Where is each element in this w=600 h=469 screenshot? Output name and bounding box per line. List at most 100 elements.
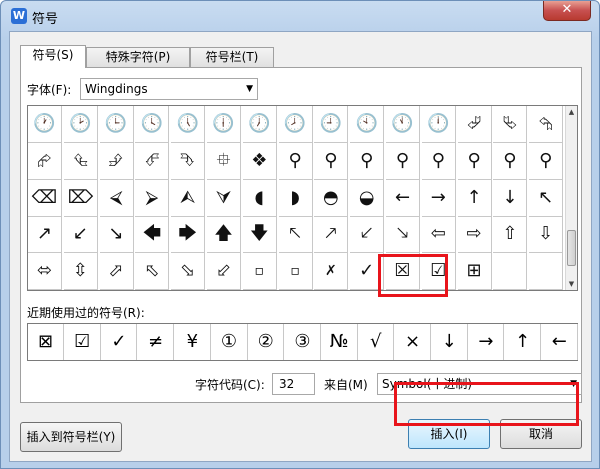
symbol-cell[interactable]: ⇩ (529, 216, 564, 254)
recent-symbol-cell[interactable]: ✓ (101, 324, 138, 360)
recent-symbol-cell[interactable]: № (322, 324, 358, 360)
symbol-cell[interactable]: 🡅 (207, 216, 241, 254)
symbol-cell[interactable]: ↙ (63, 216, 98, 254)
symbol-cell[interactable]: 🕑 (63, 106, 98, 143)
symbol-cell[interactable]: 🕗 (278, 106, 313, 143)
symbol-cell[interactable]: 🡇 (242, 216, 277, 254)
symbol-cell[interactable]: ⬁ (135, 253, 170, 291)
symbol-cell[interactable]: ⮘ (99, 179, 134, 217)
symbol-cell[interactable]: ⮛ (207, 179, 241, 217)
symbol-cell[interactable]: ▫ (278, 253, 313, 291)
symbol-cell[interactable]: ⌫ (28, 179, 62, 217)
symbol-cell[interactable]: ⬃ (207, 253, 241, 291)
symbol-cell[interactable]: ◗ (278, 179, 313, 217)
symbol-cell[interactable]: 🕒 (99, 106, 134, 143)
symbol-cell[interactable]: ✗ (314, 253, 349, 291)
symbol-cell[interactable]: ⇦ (421, 216, 456, 254)
symbol-cell[interactable]: ↑ (457, 179, 492, 217)
recent-symbol-cell[interactable]: ② (248, 324, 285, 360)
symbol-cell[interactable]: ◓ (314, 179, 349, 217)
symbol-cell[interactable]: 🡔 (278, 216, 313, 254)
symbol-cell[interactable]: 🕙 (350, 106, 385, 143)
font-select[interactable]: Wingdings ▼ (80, 78, 258, 100)
symbol-cell[interactable]: 🡆 (171, 216, 206, 254)
recent-symbol-cell[interactable]: ① (212, 324, 248, 360)
symbol-cell[interactable]: ⮲ (529, 106, 564, 143)
symbol-cell[interactable]: ⮳ (28, 142, 62, 180)
recent-symbol-cell[interactable]: ☑ (65, 324, 101, 360)
symbol-cell[interactable]: ⮵ (99, 142, 134, 180)
symbol-cell[interactable]: ⯐ (207, 142, 241, 180)
symbol-cell[interactable]: ⬂ (171, 253, 206, 291)
symbol-cell[interactable]: ◖ (242, 179, 277, 217)
add-to-symbol-bar-button[interactable]: 插入到符号栏(Y) (20, 422, 122, 452)
title-bar[interactable]: W 符号 ✕ (1, 1, 599, 31)
symbol-cell[interactable]: ⬄ (28, 253, 62, 291)
tab-symbol-bar[interactable]: 符号栏(T) (190, 47, 274, 67)
symbol-cell[interactable]: ⮷ (171, 142, 206, 180)
symbol-cell[interactable]: 🕘 (314, 106, 349, 143)
recent-symbol-cell[interactable]: √ (358, 324, 395, 360)
recent-symbol-cell[interactable]: → (468, 324, 505, 360)
scroll-down-arrow-icon[interactable]: ▼ (566, 278, 577, 290)
recent-symbol-cell[interactable]: ← (542, 324, 578, 360)
symbol-cell[interactable]: ⮰ (457, 106, 492, 143)
symbol-cell[interactable]: ⇧ (493, 216, 528, 254)
symbol-cell[interactable]: ⮴ (63, 142, 98, 180)
symbol-cell[interactable]: ⬀ (99, 253, 134, 291)
symbol-cell[interactable]: 🡖 (386, 216, 420, 254)
symbol-cell[interactable]: ⚲ (421, 142, 456, 180)
symbol-cell[interactable]: → (421, 179, 456, 217)
symbol-cell[interactable]: 🕖 (242, 106, 277, 143)
symbol-cell[interactable]: ⮙ (171, 179, 206, 217)
symbol-cell[interactable] (493, 253, 528, 291)
symbol-cell[interactable]: ↘ (99, 216, 134, 254)
symbol-cell[interactable]: ← (386, 179, 420, 217)
symbol-cell[interactable]: 🕓 (135, 106, 170, 143)
symbol-cell[interactable]: ⇨ (457, 216, 492, 254)
scroll-thumb[interactable] (567, 230, 576, 266)
symbol-cell[interactable] (529, 253, 564, 291)
char-code-input[interactable]: 32 (272, 373, 315, 395)
symbol-cell[interactable]: 🡄 (135, 216, 170, 254)
symbol-cell[interactable]: ⮚ (135, 179, 170, 217)
symbol-cell[interactable]: ⚲ (529, 142, 564, 180)
symbol-cell[interactable]: ⇳ (63, 253, 98, 291)
recent-symbol-cell[interactable]: × (395, 324, 431, 360)
grid-scrollbar[interactable]: ▲ ▼ (565, 106, 577, 290)
symbol-cell[interactable]: 🕕 (207, 106, 241, 143)
recent-symbol-cell[interactable]: ¥ (175, 324, 211, 360)
symbol-cell[interactable]: 🕛 (421, 106, 456, 143)
symbol-cell[interactable]: ↗ (28, 216, 62, 254)
symbol-cell[interactable]: 🕔 (171, 106, 206, 143)
recent-symbol-cell[interactable]: ↑ (505, 324, 542, 360)
tab-special-chars[interactable]: 特殊字符(P) (86, 47, 190, 67)
symbol-cell[interactable]: ⮱ (493, 106, 528, 143)
symbol-cell[interactable]: ◒ (350, 179, 385, 217)
tab-symbols[interactable]: 符号(S) (20, 45, 86, 68)
symbol-cell[interactable]: ⚲ (278, 142, 313, 180)
recent-symbol-cell[interactable]: ⊠ (28, 324, 64, 360)
symbols-panel: 字体(F): Wingdings ▼ 🕐 🕑 🕒 🕓 🕔 🕕 🕖 🕗 🕘 🕙 🕚 🕛 ⮰ ⮱ ⮲ ⮳ ⮴ ⮵ ⮶ ⮷ ⯐… (20, 67, 582, 403)
recent-symbol-cell[interactable]: ≠ (138, 324, 175, 360)
symbol-cell[interactable]: ⚲ (350, 142, 385, 180)
symbol-cell[interactable]: ↓ (493, 179, 528, 217)
scroll-up-arrow-icon[interactable]: ▲ (566, 106, 577, 118)
recent-symbol-cell[interactable]: ↓ (432, 324, 468, 360)
close-button[interactable]: ✕ (543, 1, 591, 21)
symbol-cell[interactable]: ⚲ (493, 142, 528, 180)
symbol-cell[interactable]: ⮶ (135, 142, 170, 180)
symbol-cell[interactable]: ▫ (242, 253, 277, 291)
symbol-cell[interactable]: 🡕 (314, 216, 349, 254)
symbol-cell[interactable]: 🕚 (386, 106, 420, 143)
symbol-cell[interactable]: ⚲ (314, 142, 349, 180)
symbol-cell[interactable]: ↖ (529, 179, 564, 217)
symbol-cell[interactable]: ⊞ (457, 253, 492, 291)
symbol-cell[interactable]: 🕐 (28, 106, 62, 143)
symbol-cell[interactable]: ⚲ (386, 142, 420, 180)
symbol-cell[interactable]: ❖ (242, 142, 277, 180)
symbol-cell[interactable]: 🡗 (350, 216, 385, 254)
symbol-cell[interactable]: ⌦ (63, 179, 98, 217)
symbol-cell[interactable]: ⚲ (457, 142, 492, 180)
recent-symbol-cell[interactable]: ③ (285, 324, 321, 360)
